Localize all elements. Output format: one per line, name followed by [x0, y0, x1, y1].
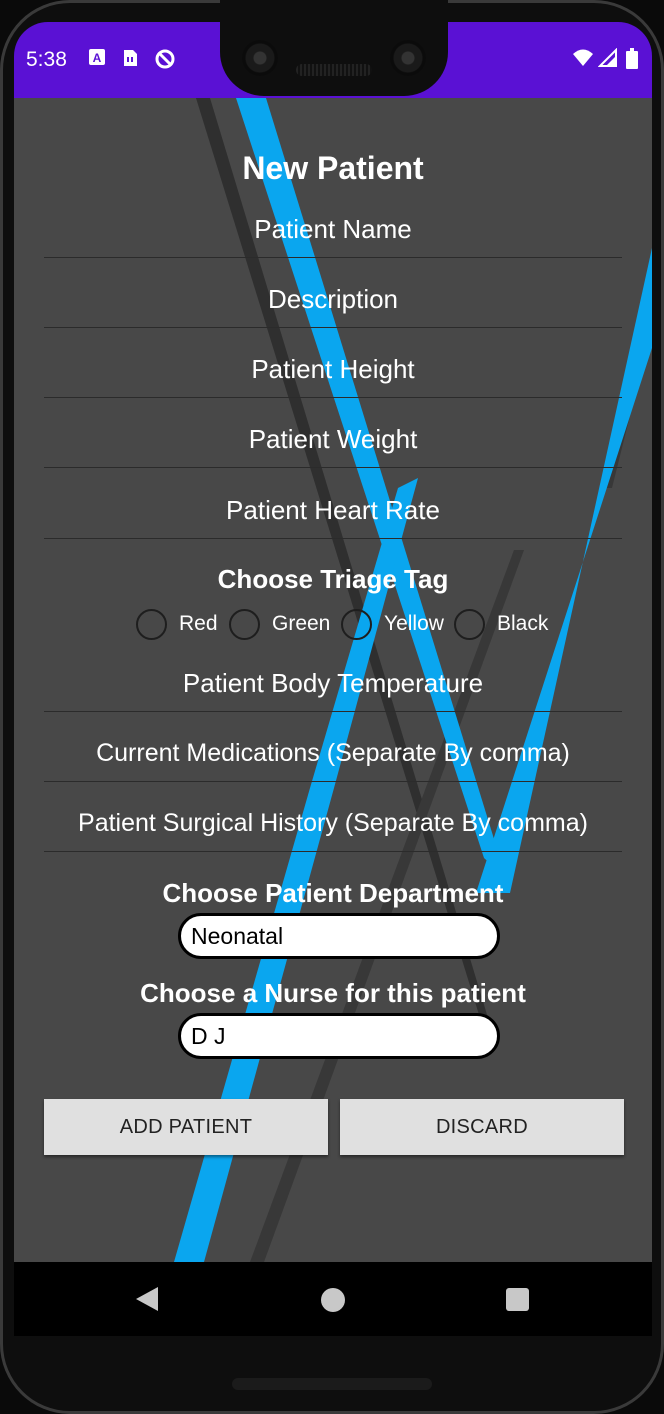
front-sensor-icon	[390, 40, 426, 76]
add-patient-button[interactable]: ADD PATIENT	[44, 1099, 328, 1155]
radio-button[interactable]	[341, 608, 372, 640]
patient-weight-field[interactable]: Patient Weight	[44, 411, 622, 468]
battery-icon	[626, 48, 638, 75]
discard-button[interactable]: DISCARD	[340, 1099, 624, 1155]
status-time: 5:38	[26, 48, 67, 71]
triage-option-black[interactable]: Black	[454, 606, 548, 642]
triage-option-red[interactable]: Red	[136, 606, 223, 642]
nurse-label: Choose a Nurse for this patient	[140, 978, 526, 1008]
triage-option-yellow[interactable]: Yellow	[341, 606, 448, 642]
sync-icon	[154, 48, 176, 75]
system-nav-bar	[14, 1262, 652, 1336]
radio-button[interactable]	[136, 608, 167, 640]
radio-button[interactable]	[454, 608, 485, 640]
triage-label: Choose Triage Tag	[217, 564, 449, 594]
svg-text:A: A	[93, 51, 102, 65]
page-title: New Patient	[242, 150, 424, 186]
earpiece-speaker	[296, 64, 372, 76]
home-icon[interactable]	[321, 1288, 345, 1312]
triage-option-label: Black	[497, 612, 549, 635]
patient-heart-rate-field[interactable]: Patient Heart Rate	[44, 482, 622, 539]
recent-apps-icon[interactable]	[506, 1288, 529, 1311]
radio-button[interactable]	[229, 608, 260, 640]
patient-height-field[interactable]: Patient Height	[44, 341, 622, 398]
bottom-speaker-grille	[232, 1378, 432, 1390]
triage-option-label: Red	[179, 612, 218, 635]
nurse-dropdown[interactable]: D J	[178, 1013, 500, 1059]
phone-frame: 5:38 A New Patient Patient Name Descript…	[0, 0, 664, 1414]
back-icon[interactable]	[136, 1287, 158, 1311]
triage-option-label: Green	[272, 612, 331, 635]
front-camera-icon	[242, 40, 278, 76]
department-dropdown[interactable]: Neonatal	[178, 913, 500, 959]
sim-card-icon	[122, 48, 138, 73]
surgical-history-field[interactable]: Patient Surgical History (Separate By co…	[44, 795, 622, 852]
triage-option-green[interactable]: Green	[229, 606, 335, 642]
patient-name-field[interactable]: Patient Name	[44, 201, 622, 258]
description-field[interactable]: Description	[44, 271, 622, 328]
wifi-icon	[572, 48, 594, 73]
signal-icon	[597, 47, 618, 73]
triage-radio-group: Red Green Yellow Black	[136, 606, 554, 642]
triage-option-label: Yellow	[384, 612, 444, 635]
body-temperature-field[interactable]: Patient Body Temperature	[44, 655, 622, 712]
app-screen: New Patient Patient Name Description Pat…	[14, 98, 652, 1262]
current-medications-field[interactable]: Current Medications (Separate By comma)	[44, 725, 622, 782]
camera-notch	[220, 0, 448, 96]
a-app-icon: A	[88, 48, 106, 71]
department-label: Choose Patient Department	[162, 878, 504, 908]
